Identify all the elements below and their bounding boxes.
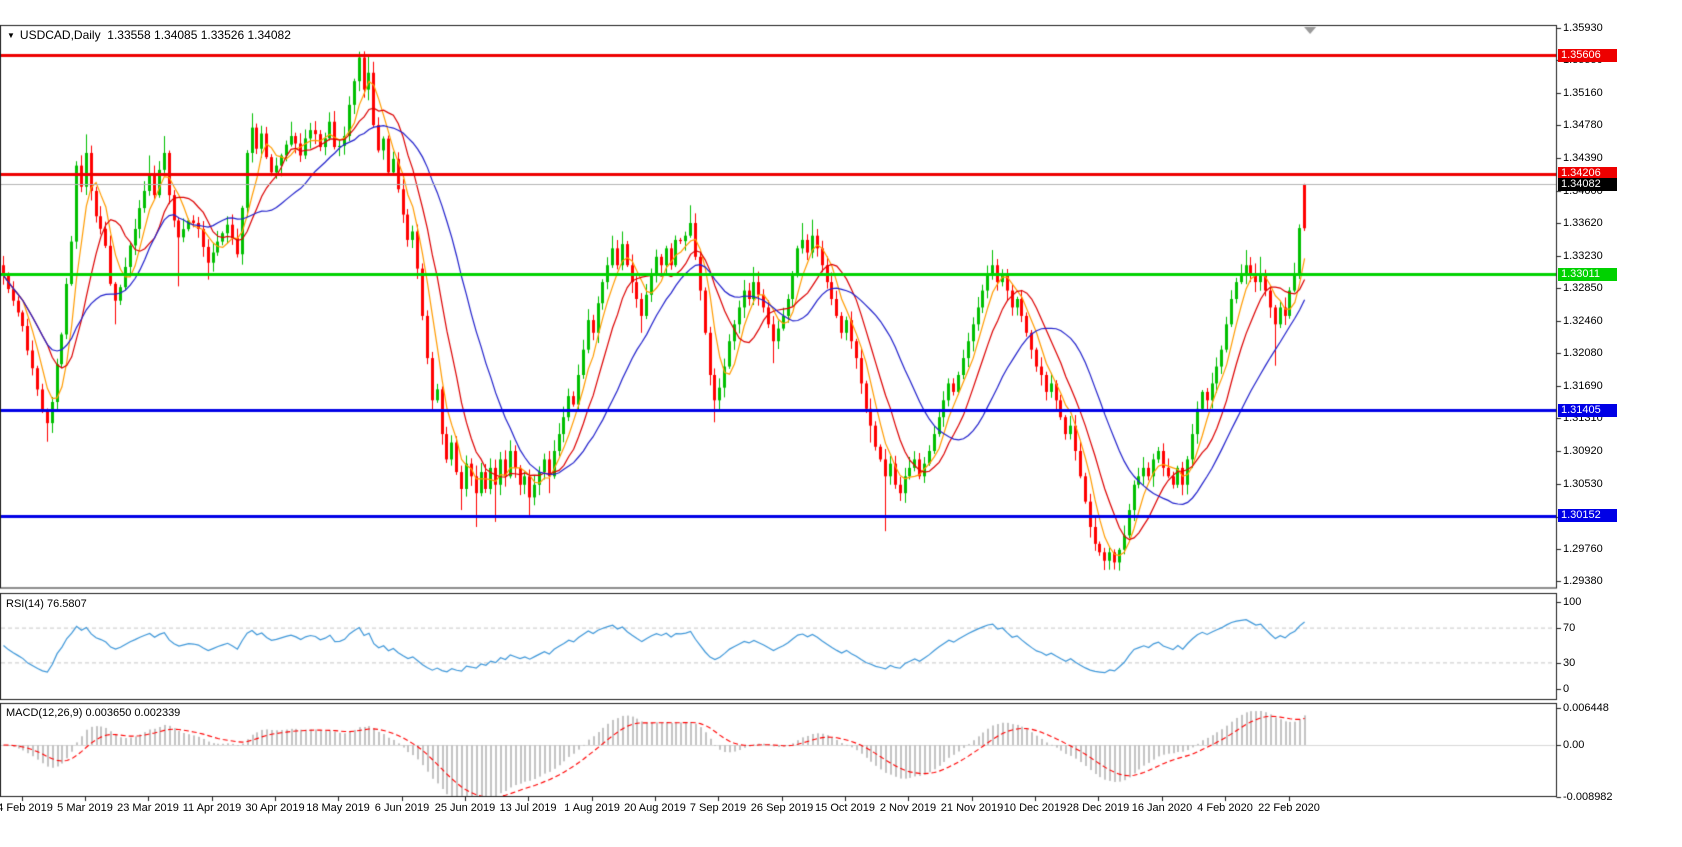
price-axis-label: 1.34390 bbox=[1563, 152, 1603, 165]
date-axis-label: 16 Jan 2020 bbox=[1131, 802, 1193, 814]
date-axis-label: 2 Nov 2019 bbox=[879, 802, 937, 814]
date-axis-label: 14 Feb 2019 bbox=[0, 802, 53, 814]
chart-title: ▼ USDCAD,Daily 1.33558 1.34085 1.33526 1.… bbox=[7, 28, 291, 42]
date-axis-label: 28 Dec 2019 bbox=[1066, 802, 1130, 814]
ohlc-open: 1.33558 bbox=[107, 28, 151, 42]
trading-terminal-window: T ⇅ ▾ M1M5M15M30H1H4D1W1MN ▼USDCAD,Daily… bbox=[0, 0, 1682, 847]
date-axis-label: 25 Jun 2019 bbox=[434, 802, 496, 814]
macd-indicator-label: MACD(12,26,9) 0.003650 0.002339 bbox=[6, 707, 180, 719]
rsi-value: 76.5807 bbox=[46, 598, 87, 610]
date-axis-label: 18 May 2019 bbox=[306, 802, 370, 814]
rsi-axis-label: 100 bbox=[1563, 596, 1582, 608]
rsi-indicator-label: RSI(14) 76.5807 bbox=[6, 598, 87, 610]
rsi-axis-label: 0 bbox=[1563, 683, 1570, 695]
current-price-tag: 1.34082 bbox=[1558, 178, 1617, 192]
hline-price-tag[interactable]: 1.35606 bbox=[1558, 48, 1617, 62]
date-axis-label: 23 Mar 2019 bbox=[117, 802, 179, 814]
date-axis-label: 26 Sep 2019 bbox=[750, 802, 814, 814]
date-axis-label: 15 Oct 2019 bbox=[815, 802, 875, 814]
rsi-axis-label: 70 bbox=[1563, 622, 1576, 635]
ohlc-close: 1.34082 bbox=[247, 28, 291, 42]
price-axis-label: 1.30920 bbox=[1563, 444, 1603, 457]
date-axis-label: 21 Nov 2019 bbox=[940, 802, 1004, 814]
date-axis-label: 10 Dec 2019 bbox=[1003, 802, 1067, 814]
price-axis-label: 1.33620 bbox=[1563, 217, 1603, 230]
macd-axis-label: -0.008982 bbox=[1563, 790, 1613, 803]
date-axis-label: 30 Apr 2019 bbox=[245, 802, 305, 814]
chart-symbol-label: USDCAD,Daily bbox=[19, 28, 101, 42]
price-axis-label: 1.33230 bbox=[1563, 249, 1603, 262]
price-axis-label: 1.29760 bbox=[1563, 542, 1603, 555]
hline-price-tag[interactable]: 1.30152 bbox=[1558, 509, 1617, 523]
ohlc-high: 1.34085 bbox=[154, 28, 198, 42]
price-axis-label: 1.31690 bbox=[1563, 379, 1603, 392]
macd-values: 0.003650 0.002339 bbox=[85, 707, 181, 719]
hline-price-tag[interactable]: 1.33011 bbox=[1558, 267, 1617, 281]
hline-price-tag[interactable]: 1.31405 bbox=[1558, 403, 1617, 417]
price-axis-label: 1.35160 bbox=[1563, 87, 1603, 99]
macd-axis-label: 0.00 bbox=[1563, 739, 1585, 751]
rsi-axis-label: 30 bbox=[1563, 656, 1576, 669]
price-axis-label: 1.32080 bbox=[1563, 347, 1603, 360]
chart-canvas[interactable] bbox=[0, 0, 1682, 847]
collapse-chart-icon[interactable]: ▼ bbox=[7, 31, 15, 40]
date-axis-label: 1 Aug 2019 bbox=[564, 802, 620, 814]
macd-axis-label: 0.006448 bbox=[1563, 702, 1609, 714]
price-axis-label: 1.35930 bbox=[1563, 22, 1603, 34]
price-axis-label: 1.32850 bbox=[1563, 282, 1603, 295]
price-axis-label: 1.34780 bbox=[1563, 119, 1603, 132]
date-axis-label: 7 Sep 2019 bbox=[689, 802, 747, 814]
ohlc-low: 1.33526 bbox=[200, 28, 245, 42]
macd-name: MACD(12,26,9) bbox=[6, 707, 83, 719]
date-axis-label: 11 Apr 2019 bbox=[182, 802, 242, 814]
price-axis-label: 1.29380 bbox=[1563, 575, 1603, 587]
price-axis-label: 1.30530 bbox=[1563, 477, 1603, 490]
date-axis-label: 13 Jul 2019 bbox=[499, 802, 557, 814]
rsi-name: RSI(14) bbox=[6, 598, 44, 610]
date-axis-label: 5 Mar 2019 bbox=[57, 802, 113, 814]
date-axis-label: 6 Jun 2019 bbox=[374, 802, 430, 814]
date-axis-label: 4 Feb 2020 bbox=[1197, 802, 1253, 814]
price-axis-label: 1.32460 bbox=[1563, 314, 1603, 327]
date-axis-label: 20 Aug 2019 bbox=[624, 802, 686, 814]
date-axis-label: 22 Feb 2020 bbox=[1258, 802, 1320, 814]
